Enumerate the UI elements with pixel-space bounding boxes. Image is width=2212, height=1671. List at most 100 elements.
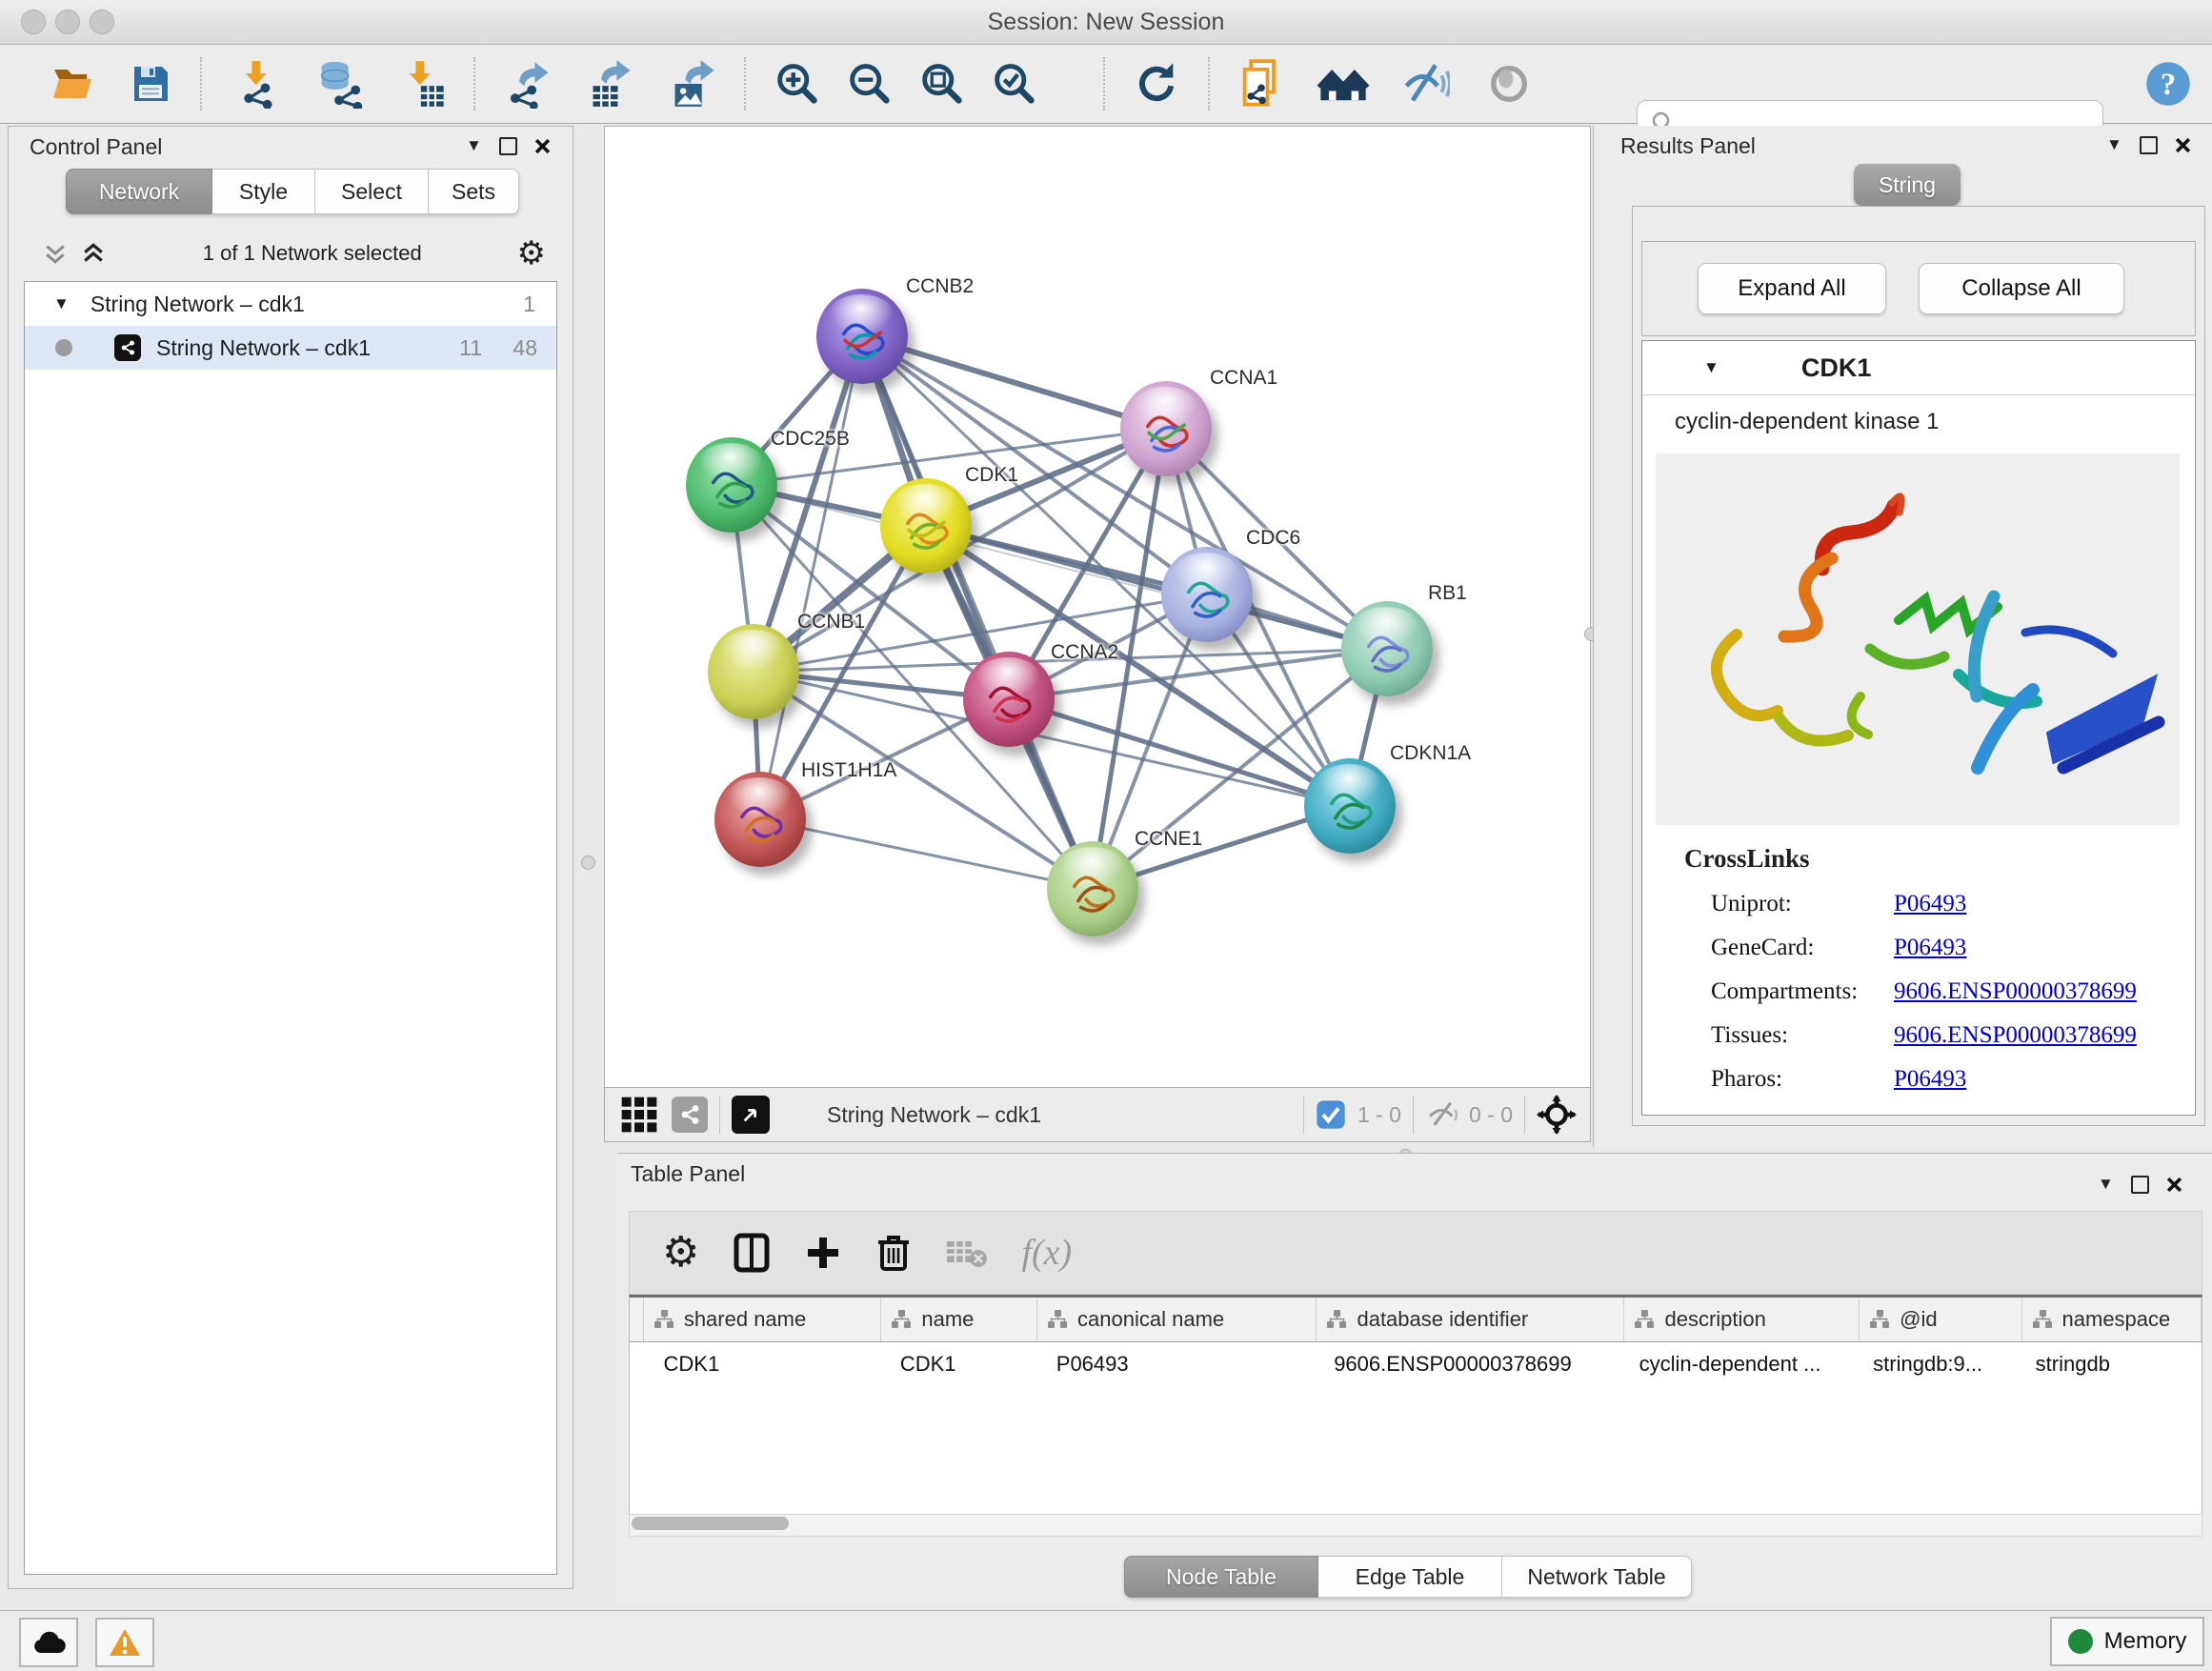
refresh-icon[interactable] bbox=[1130, 55, 1183, 112]
zoom-fit-icon[interactable] bbox=[915, 55, 968, 112]
collapse-all-icon[interactable] bbox=[41, 239, 70, 268]
tab-node-table[interactable]: Node Table bbox=[1124, 1556, 1318, 1598]
cell-canonical-name[interactable]: P06493 bbox=[1043, 1342, 1320, 1386]
create-column-icon[interactable] bbox=[804, 1234, 842, 1272]
import-table-icon[interactable] bbox=[396, 55, 450, 112]
edge-CCNB2-CCNA1[interactable] bbox=[862, 336, 1166, 429]
table-data-row[interactable]: CDK1CDK1P064939606.ENSP00000378699cyclin… bbox=[630, 1342, 2202, 1386]
save-session-icon[interactable] bbox=[124, 55, 177, 112]
crosslink-link[interactable]: P06493 bbox=[1894, 1066, 1966, 1093]
table-header-row: shared namenamecanonical name database id… bbox=[630, 1298, 2202, 1342]
column-header-@id[interactable]: @id bbox=[1860, 1298, 2021, 1341]
expand-all-button[interactable]: Expand All bbox=[1698, 263, 1886, 314]
node-CCNA1[interactable] bbox=[1120, 381, 1212, 476]
node-HIST1H1A[interactable] bbox=[714, 772, 806, 867]
help-icon[interactable]: ? bbox=[2142, 55, 2195, 112]
cell-database-identifier[interactable]: 9606.ENSP00000378699 bbox=[1320, 1342, 1625, 1386]
network-overview-icon[interactable] bbox=[672, 1097, 708, 1133]
crosslink-link[interactable]: P06493 bbox=[1894, 891, 1966, 917]
cell-namespace[interactable]: stringdb bbox=[2022, 1342, 2202, 1386]
show-columns-icon[interactable] bbox=[732, 1233, 772, 1273]
column-header-label: database identifier bbox=[1357, 1307, 1528, 1332]
network-row-selected[interactable]: String Network – cdk1 11 48 bbox=[25, 326, 556, 370]
column-header-description[interactable]: description bbox=[1624, 1298, 1860, 1341]
node-CCNE1[interactable] bbox=[1047, 841, 1138, 936]
crosslink-link[interactable]: P06493 bbox=[1894, 935, 1966, 961]
column-header-canonical-name[interactable]: canonical name bbox=[1037, 1298, 1317, 1341]
tab-sets[interactable]: Sets bbox=[429, 169, 519, 214]
close-panel-icon[interactable] bbox=[534, 138, 551, 154]
import-network-icon[interactable] bbox=[232, 55, 286, 112]
column-header-name[interactable]: name bbox=[881, 1298, 1037, 1341]
edge-HIST1H1A-CCNE1[interactable] bbox=[760, 819, 1093, 889]
results-tab-string[interactable]: String bbox=[1854, 164, 1961, 206]
tab-network[interactable]: Network bbox=[66, 169, 212, 214]
network-collection-row[interactable]: ▼ String Network – cdk1 1 bbox=[25, 282, 556, 326]
crosslink-link[interactable]: 9606.ENSP00000378699 bbox=[1894, 1022, 2137, 1049]
maximize-panel-icon[interactable] bbox=[2131, 1176, 2149, 1194]
scrollbar-thumb[interactable] bbox=[632, 1517, 789, 1530]
collapse-all-button[interactable]: Collapse All bbox=[1919, 263, 2124, 314]
export-table-icon[interactable] bbox=[585, 55, 638, 112]
entry-header[interactable]: ▼ CDK1 bbox=[1642, 341, 2195, 395]
node-CDC25B[interactable] bbox=[686, 437, 777, 533]
maximize-panel-icon[interactable] bbox=[2140, 136, 2158, 154]
selected-checkbox-icon[interactable] bbox=[1316, 1099, 1346, 1130]
float-panel-icon[interactable]: ▼ bbox=[2098, 1175, 2114, 1194]
detach-view-icon[interactable] bbox=[732, 1096, 770, 1134]
export-network-icon[interactable] bbox=[503, 55, 556, 112]
export-image-icon[interactable] bbox=[667, 55, 720, 112]
edge-CCNA2-CDKN1A[interactable] bbox=[1009, 699, 1350, 806]
import-network-from-database-icon[interactable] bbox=[312, 55, 366, 112]
zoom-selected-icon[interactable] bbox=[987, 55, 1040, 112]
cloud-tasks-button[interactable] bbox=[19, 1618, 78, 1667]
tab-style[interactable]: Style bbox=[212, 169, 315, 214]
close-panel-icon[interactable] bbox=[2175, 137, 2191, 153]
node-CDKN1A[interactable] bbox=[1304, 758, 1396, 854]
maximize-panel-icon[interactable] bbox=[499, 137, 517, 155]
home-networks-icon[interactable] bbox=[1317, 55, 1370, 112]
birdseye-view-icon[interactable] bbox=[620, 1096, 658, 1134]
warnings-button[interactable] bbox=[95, 1618, 154, 1667]
column-header-shared-name[interactable]: shared name bbox=[644, 1298, 882, 1341]
edge-CCNB2-HIST1H1A[interactable] bbox=[760, 336, 862, 819]
tree-expander-icon[interactable]: ▼ bbox=[53, 294, 70, 313]
node-CCNA2[interactable] bbox=[963, 652, 1055, 747]
node-CDK1[interactable] bbox=[880, 478, 972, 574]
float-panel-icon[interactable]: ▼ bbox=[2106, 135, 2122, 154]
expand-all-icon[interactable] bbox=[79, 239, 108, 268]
zoom-out-icon[interactable] bbox=[842, 55, 895, 112]
tab-select[interactable]: Select bbox=[315, 169, 429, 214]
column-header-namespace[interactable]: namespace bbox=[2022, 1298, 2202, 1341]
column-header-label: @id bbox=[1900, 1307, 1937, 1332]
node-RB1[interactable] bbox=[1341, 601, 1433, 696]
delete-column-icon[interactable] bbox=[875, 1233, 913, 1273]
network-view-canvas[interactable]: CCNB2CCNA1CDC25BCDK1CDC6RB1CCNB1CCNA2CDK… bbox=[604, 126, 1591, 1088]
gear-icon[interactable]: ⚙ bbox=[517, 239, 546, 268]
table-gear-icon[interactable]: ⚙ bbox=[662, 1234, 699, 1272]
memory-button[interactable]: Memory bbox=[2050, 1617, 2204, 1666]
hide-panels-icon[interactable] bbox=[1398, 55, 1452, 112]
zoom-in-icon[interactable] bbox=[770, 55, 823, 112]
show-panel-icon[interactable] bbox=[1482, 55, 1536, 112]
duplicate-network-icon[interactable] bbox=[1235, 55, 1288, 112]
tab-edge-table[interactable]: Edge Table bbox=[1318, 1556, 1502, 1598]
cell-description[interactable]: cyclin-dependent ... bbox=[1626, 1342, 1860, 1386]
network-status-dot bbox=[55, 339, 72, 356]
entry-expander-icon[interactable]: ▼ bbox=[1703, 358, 1719, 377]
tab-network-table[interactable]: Network Table bbox=[1502, 1556, 1692, 1598]
cell-name[interactable]: CDK1 bbox=[887, 1342, 1043, 1386]
column-header-database-identifier[interactable]: database identifier bbox=[1317, 1298, 1624, 1341]
cell-shared-name[interactable]: CDK1 bbox=[651, 1342, 887, 1386]
crosslink-link[interactable]: 9606.ENSP00000378699 bbox=[1894, 978, 2137, 1005]
horizontal-scrollbar[interactable] bbox=[629, 1514, 2202, 1537]
splitter-handle[interactable] bbox=[581, 856, 595, 870]
fit-content-crosshair-icon[interactable] bbox=[1537, 1095, 1577, 1135]
node-CCNB2[interactable] bbox=[816, 289, 908, 384]
node-CCNB1[interactable] bbox=[708, 624, 799, 719]
close-panel-icon[interactable] bbox=[2166, 1177, 2182, 1193]
node-CDC6[interactable] bbox=[1161, 547, 1253, 642]
open-session-icon[interactable] bbox=[46, 55, 99, 112]
cell-@id[interactable]: stringdb:9... bbox=[1860, 1342, 2022, 1386]
float-panel-icon[interactable]: ▼ bbox=[466, 136, 482, 155]
